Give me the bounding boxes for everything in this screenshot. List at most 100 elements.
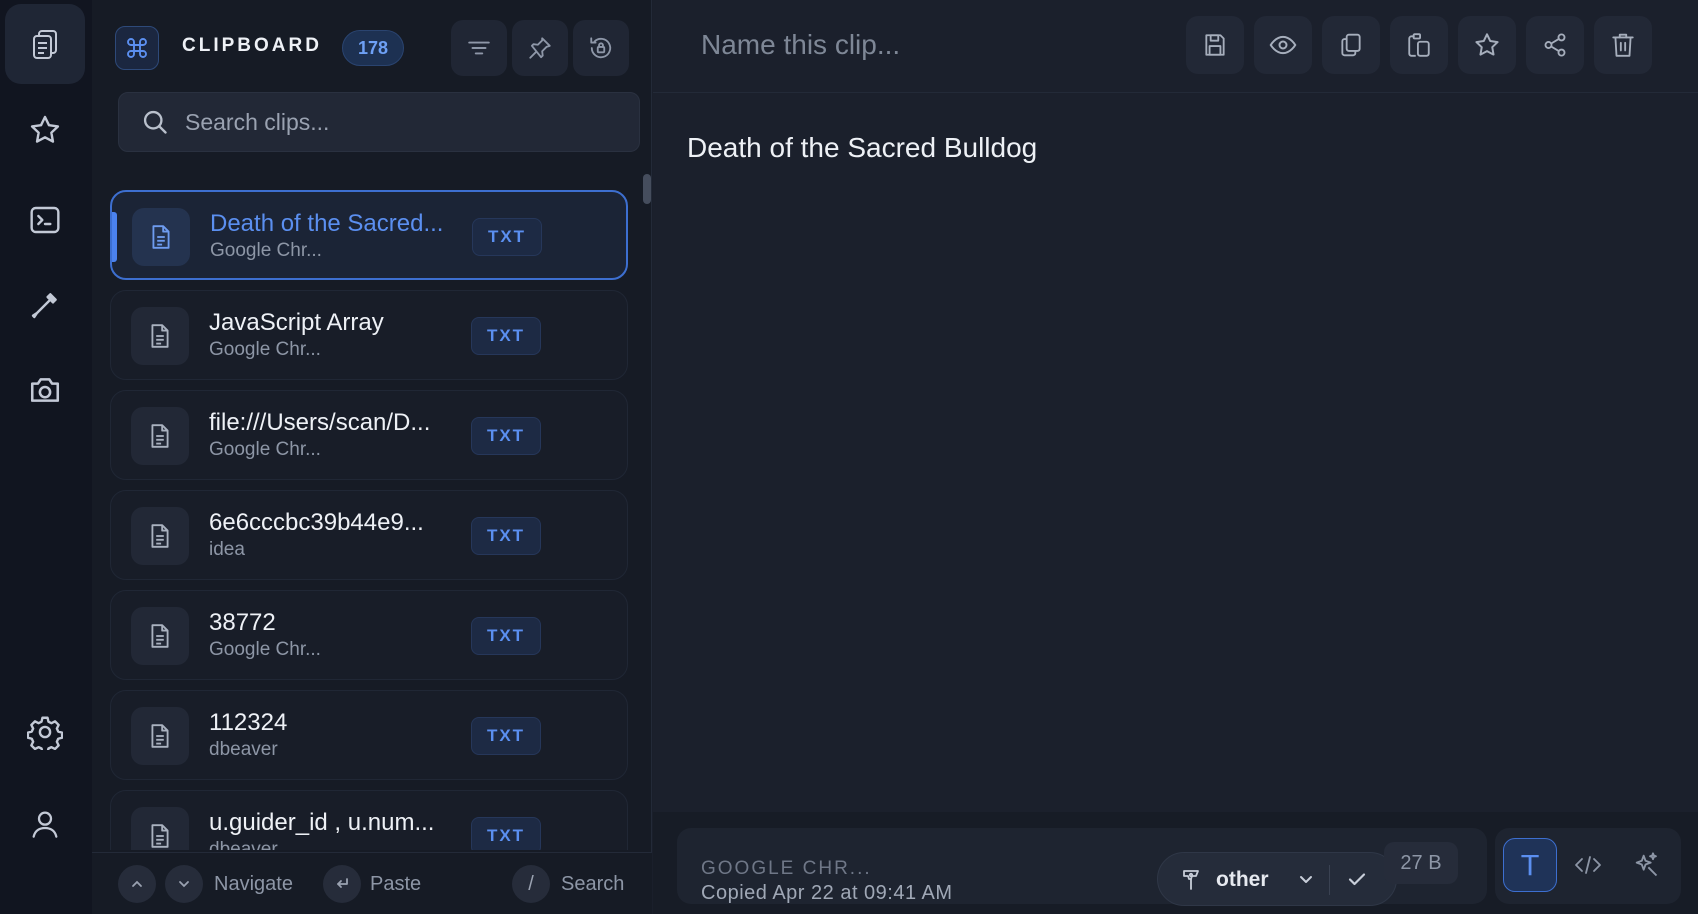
rail-settings-button[interactable] (5, 692, 85, 772)
eye-icon (1269, 35, 1297, 55)
clip-title: Death of the Sacred... (210, 210, 444, 237)
clip-title: 6e6cccbc39b44e9... (209, 509, 424, 536)
copy-button[interactable] (1322, 16, 1380, 74)
history-lock-icon (590, 37, 612, 59)
clip-title: 38772 (209, 609, 276, 636)
delete-button[interactable] (1594, 16, 1652, 74)
clip-metadata: GOOGLE CHR... Copied Apr 22 at 09:41 AM … (677, 828, 1487, 906)
rail-color-picker-button[interactable] (5, 265, 85, 345)
terminal-icon (30, 206, 60, 234)
clip-source: dbeaver (209, 739, 278, 760)
document-icon (131, 307, 189, 365)
clip-title: JavaScript Array (209, 309, 384, 336)
document-icon (132, 208, 190, 266)
pin-button[interactable] (512, 20, 568, 76)
clip-name-input[interactable] (701, 22, 1141, 68)
clip-item[interactable]: 38772 Google Chr... TXT (110, 590, 628, 680)
clip-count-badge: 178 (342, 30, 404, 66)
share-icon (1544, 33, 1566, 57)
paste-button[interactable] (1390, 16, 1448, 74)
star-icon (1475, 33, 1499, 56)
navigate-hint: Navigate (214, 873, 293, 895)
clip-type-badge: TXT (471, 717, 541, 755)
clip-item[interactable]: u.guider_id , u.num... dbeaver TXT (110, 790, 628, 850)
star-icon (30, 115, 60, 143)
copy-icon (1341, 33, 1361, 57)
clip-list-panel: CLIPBOARD 178 Death of the (92, 0, 652, 914)
clip-type-badge: TXT (471, 317, 541, 355)
clip-title: u.guider_id , u.num... (209, 809, 435, 836)
side-rail (0, 0, 92, 914)
clip-source-app: GOOGLE CHR... (701, 858, 872, 879)
search-input[interactable] (185, 108, 585, 136)
clip-title: file:///Users/scan/D... (209, 409, 431, 436)
text-mode-button[interactable]: T (1503, 838, 1557, 892)
text-mode-icon: T (1521, 848, 1539, 882)
chevron-down-icon (1296, 869, 1316, 889)
rail-terminal-button[interactable] (5, 180, 85, 260)
clip-type-badge: TXT (471, 817, 541, 850)
save-button[interactable] (1186, 16, 1244, 74)
document-icon (131, 707, 189, 765)
trash-icon (1612, 33, 1634, 57)
search-icon (141, 108, 169, 136)
filter-button[interactable] (451, 20, 507, 76)
clip-copied-date: Copied Apr 22 at 09:41 AM (701, 882, 953, 904)
clip-source: Google Chr... (209, 439, 321, 460)
rail-account-button[interactable] (5, 784, 85, 864)
eyedropper-icon (31, 293, 57, 319)
code-mode-button[interactable] (1561, 838, 1615, 892)
camera-icon (30, 378, 60, 402)
document-icon (131, 607, 189, 665)
clip-item[interactable]: 112324 dbeaver TXT (110, 690, 628, 780)
divider (653, 92, 1698, 93)
list-scrollbar[interactable] (643, 174, 651, 204)
check-icon[interactable] (1345, 867, 1369, 891)
save-icon (1205, 34, 1225, 56)
clip-item[interactable]: file:///Users/scan/D... Google Chr... TX… (110, 390, 628, 480)
preview-button[interactable] (1254, 16, 1312, 74)
code-icon (1575, 856, 1601, 874)
clip-list: Death of the Sacred... Google Chr... TXT… (110, 190, 628, 850)
clip-type-badge: TXT (471, 417, 541, 455)
shortcut-footer: Navigate Paste / Search (92, 852, 652, 914)
clipboard-icon (33, 30, 57, 59)
pin-icon (529, 37, 551, 59)
user-icon (32, 811, 58, 838)
clip-type-badge: TXT (472, 218, 542, 256)
clip-item[interactable]: 6e6cccbc39b44e9... idea TXT (110, 490, 628, 580)
clip-source: Google Chr... (209, 639, 321, 660)
favorite-button[interactable] (1458, 16, 1516, 74)
command-logo-icon (115, 26, 159, 70)
key-down-icon (165, 865, 203, 903)
clip-source: Google Chr... (209, 339, 321, 360)
selection-accent (112, 212, 117, 262)
ai-mode-button[interactable] (1619, 838, 1673, 892)
clip-content[interactable]: Death of the Sacred Bulldog (687, 132, 1037, 164)
paste-hint: Paste (370, 873, 422, 895)
clip-source: dbeaver (209, 839, 278, 850)
clip-item[interactable]: JavaScript Array Google Chr... TXT (110, 290, 628, 380)
search-box (118, 92, 640, 152)
view-mode-switcher: T (1495, 828, 1681, 904)
pill-divider (1329, 865, 1330, 895)
key-slash: / (512, 865, 550, 903)
key-enter-icon (323, 865, 361, 903)
rail-clipboard-button[interactable] (5, 4, 85, 84)
clip-type-badge: TXT (471, 617, 541, 655)
category-selector[interactable]: other (1157, 852, 1397, 906)
tag-icon (1180, 868, 1202, 892)
clip-detail-panel: Death of the Sacred Bulldog GOOGLE CHR..… (653, 0, 1698, 914)
share-button[interactable] (1526, 16, 1584, 74)
history-lock-button[interactable] (573, 20, 629, 76)
gear-icon (27, 716, 63, 750)
document-icon (131, 507, 189, 565)
rail-favorites-button[interactable] (5, 90, 85, 170)
sparkle-wand-icon (1635, 852, 1658, 877)
document-icon (131, 407, 189, 465)
paste-icon (1408, 33, 1430, 57)
app-title: CLIPBOARD (182, 35, 322, 56)
rail-screenshot-button[interactable] (5, 350, 85, 430)
filter-icon (468, 41, 490, 55)
clip-item-selected[interactable]: Death of the Sacred... Google Chr... TXT (110, 190, 628, 280)
